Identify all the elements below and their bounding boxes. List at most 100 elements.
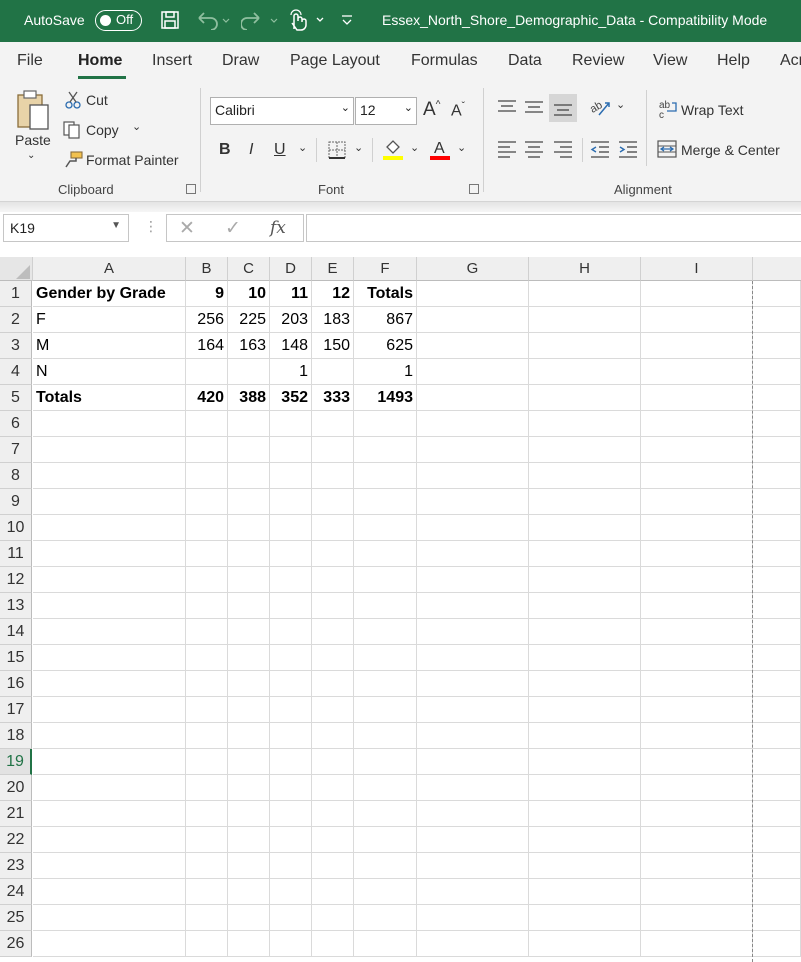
cell[interactable]: [417, 489, 529, 515]
cell[interactable]: [312, 515, 354, 541]
tab-insert[interactable]: Insert: [152, 52, 192, 70]
cell[interactable]: [641, 697, 753, 723]
row-header-15[interactable]: 15: [0, 645, 32, 671]
cell[interactable]: [417, 671, 529, 697]
cell[interactable]: [529, 281, 641, 307]
cell[interactable]: [753, 697, 801, 723]
cell[interactable]: [354, 879, 417, 905]
cell[interactable]: [529, 619, 641, 645]
cell[interactable]: [354, 645, 417, 671]
cell[interactable]: [228, 671, 270, 697]
cell[interactable]: [753, 775, 801, 801]
cell[interactable]: [33, 593, 186, 619]
cell[interactable]: [529, 411, 641, 437]
tab-draw[interactable]: Draw: [222, 52, 259, 70]
row-header-10[interactable]: 10: [0, 515, 32, 541]
font-launcher-icon[interactable]: [469, 184, 479, 194]
cell[interactable]: [753, 619, 801, 645]
cell[interactable]: [529, 437, 641, 463]
cell[interactable]: 1: [354, 359, 417, 385]
cell[interactable]: 183: [312, 307, 354, 333]
cell[interactable]: [186, 697, 228, 723]
cell[interactable]: [312, 463, 354, 489]
cell[interactable]: [753, 385, 801, 411]
cell[interactable]: [186, 853, 228, 879]
align-left-icon[interactable]: [496, 138, 518, 160]
cell[interactable]: [33, 697, 186, 723]
format-painter-label[interactable]: Format Painter: [86, 152, 179, 168]
cell[interactable]: [529, 827, 641, 853]
cell[interactable]: [354, 489, 417, 515]
copy-icon[interactable]: [62, 120, 82, 140]
cell[interactable]: [312, 671, 354, 697]
cell[interactable]: N: [33, 359, 186, 385]
cell[interactable]: [641, 801, 753, 827]
cell[interactable]: 420: [186, 385, 228, 411]
merge-center-icon[interactable]: [656, 138, 678, 160]
paste-dropdown-icon[interactable]: ⌄: [27, 150, 35, 161]
cell[interactable]: [753, 801, 801, 827]
cell[interactable]: [270, 749, 312, 775]
cell[interactable]: [641, 723, 753, 749]
cell[interactable]: [529, 671, 641, 697]
cell[interactable]: [270, 541, 312, 567]
cell[interactable]: [312, 775, 354, 801]
font-color-dropdown-icon[interactable]: ⌄: [457, 141, 466, 154]
cell[interactable]: [753, 879, 801, 905]
cell[interactable]: [312, 801, 354, 827]
decrease-font-size-icon[interactable]: Aˇ: [451, 101, 465, 120]
cell[interactable]: [270, 671, 312, 697]
cell[interactable]: [753, 463, 801, 489]
tab-review[interactable]: Review: [572, 52, 624, 70]
cell[interactable]: 333: [312, 385, 354, 411]
row-header-2[interactable]: 2: [0, 307, 32, 333]
row-header-3[interactable]: 3: [0, 333, 32, 359]
more-options-icon[interactable]: ⋮: [144, 218, 158, 235]
cell[interactable]: F: [33, 307, 186, 333]
cell[interactable]: [641, 333, 753, 359]
name-box[interactable]: K19 ▼: [3, 214, 129, 242]
cell[interactable]: [641, 775, 753, 801]
cell[interactable]: [753, 905, 801, 931]
cell[interactable]: [753, 827, 801, 853]
cell[interactable]: [753, 359, 801, 385]
tab-formulas[interactable]: Formulas: [411, 52, 478, 70]
orientation-icon[interactable]: ab: [588, 96, 612, 118]
cell[interactable]: [33, 853, 186, 879]
cell[interactable]: [529, 463, 641, 489]
row-header-20[interactable]: 20: [0, 775, 32, 801]
column-header-e[interactable]: E: [312, 257, 354, 281]
row-header-25[interactable]: 25: [0, 905, 32, 931]
cell[interactable]: [753, 411, 801, 437]
cell[interactable]: [228, 411, 270, 437]
cell[interactable]: [417, 619, 529, 645]
cell[interactable]: [33, 879, 186, 905]
cell[interactable]: [354, 697, 417, 723]
row-header-11[interactable]: 11: [0, 541, 32, 567]
cell[interactable]: [354, 853, 417, 879]
cell[interactable]: [33, 411, 186, 437]
cell[interactable]: [228, 515, 270, 541]
cell[interactable]: [33, 489, 186, 515]
cell[interactable]: [753, 281, 801, 307]
cell[interactable]: [270, 411, 312, 437]
cell[interactable]: [312, 593, 354, 619]
cell[interactable]: [529, 879, 641, 905]
undo-icon[interactable]: [193, 8, 233, 32]
cell[interactable]: [312, 437, 354, 463]
cell[interactable]: [641, 307, 753, 333]
merge-center-label[interactable]: Merge & Center: [681, 142, 780, 158]
cell[interactable]: [312, 905, 354, 931]
cell[interactable]: [529, 723, 641, 749]
cell[interactable]: [186, 775, 228, 801]
clipboard-launcher-icon[interactable]: [186, 184, 196, 194]
cell[interactable]: [753, 645, 801, 671]
cell[interactable]: [641, 463, 753, 489]
cell[interactable]: [417, 723, 529, 749]
cell[interactable]: [417, 333, 529, 359]
cell[interactable]: [33, 905, 186, 931]
cell[interactable]: [641, 645, 753, 671]
cell[interactable]: [753, 437, 801, 463]
cell[interactable]: [641, 281, 753, 307]
cell[interactable]: [228, 853, 270, 879]
